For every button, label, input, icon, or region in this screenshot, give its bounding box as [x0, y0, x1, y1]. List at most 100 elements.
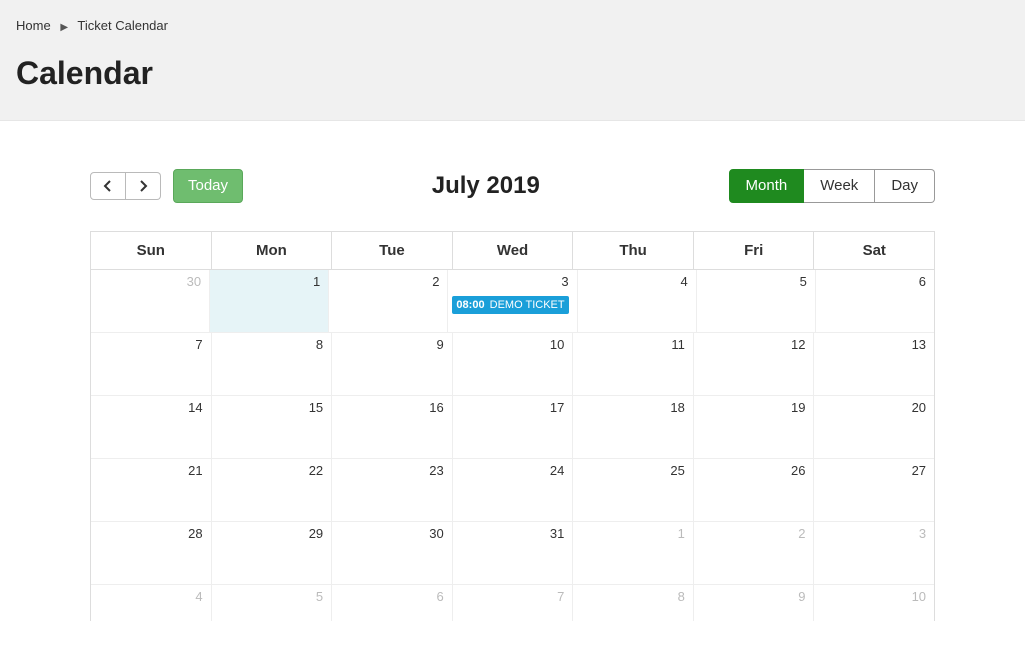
day-number: 2 [798, 526, 805, 541]
day-cell[interactable]: 21 [91, 459, 212, 522]
page-header: Home ▶ Ticket Calendar Calendar [0, 0, 1025, 121]
day-number: 7 [557, 589, 564, 604]
day-number: 25 [670, 463, 684, 478]
day-cell[interactable]: 24 [453, 459, 574, 522]
calendar-container: Today July 2019 Month Week Day SunMonTue… [0, 121, 1025, 651]
day-cell[interactable]: 15 [212, 396, 333, 459]
day-cell[interactable]: 4 [578, 270, 697, 333]
day-number: 30 [187, 274, 201, 289]
week-row: 7 891011 12 13 [91, 333, 934, 396]
event-title: DEMO TICKET [487, 299, 565, 311]
day-number: 6 [437, 589, 444, 604]
today-button[interactable]: Today [173, 169, 243, 203]
day-cell[interactable]: 2 [329, 270, 448, 333]
calendar-toolbar: Today July 2019 Month Week Day [90, 169, 935, 203]
day-cell[interactable]: 10 [814, 585, 934, 621]
day-number: 5 [800, 274, 807, 289]
day-cell[interactable]: 22 [212, 459, 333, 522]
day-number: 22 [309, 463, 323, 478]
weeks-scroll[interactable]: 3012308:00 DEMO TICKET456789101112131415… [91, 270, 934, 621]
day-cell[interactable]: 29 [212, 522, 333, 585]
chevron-right-icon: ▶ [60, 22, 68, 33]
day-cell[interactable]: 19 [694, 396, 815, 459]
day-cell[interactable]: 7 [453, 585, 574, 621]
day-cell[interactable]: 27 [814, 459, 934, 522]
next-button[interactable] [126, 172, 161, 200]
breadcrumb: Home ▶ Ticket Calendar [16, 18, 1009, 33]
day-number: 8 [316, 337, 323, 352]
day-cell[interactable]: 26 [694, 459, 815, 522]
day-cell[interactable]: 18 [573, 396, 694, 459]
day-number: 18 [670, 400, 684, 415]
day-number: 9 [798, 589, 805, 604]
calendar-event[interactable]: 08:00 DEMO TICKET [452, 296, 568, 314]
view-button-group: Month Week Day [729, 169, 935, 203]
day-number: 4 [195, 589, 202, 604]
day-cell[interactable]: 30 [91, 270, 210, 333]
day-cell[interactable]: 12 [694, 333, 815, 396]
day-cell[interactable]: 9 [332, 333, 453, 396]
day-cell[interactable]: 7 [91, 333, 212, 396]
day-cell[interactable]: 9 [694, 585, 815, 621]
day-cell[interactable]: 28 [91, 522, 212, 585]
prev-button[interactable] [90, 172, 126, 200]
view-day-button[interactable]: Day [875, 169, 935, 203]
day-number: 6 [919, 274, 926, 289]
day-cell[interactable]: 20 [814, 396, 934, 459]
day-cell[interactable]: 3 [814, 522, 934, 585]
week-row: 21 22 23 24 25 2627 [91, 459, 934, 522]
week-row: 28 29 30 31 1 23 [91, 522, 934, 585]
day-number: 24 [550, 463, 564, 478]
day-cell[interactable]: 1 [210, 270, 329, 333]
day-cell[interactable]: 8 [573, 585, 694, 621]
day-cell[interactable]: 13 [814, 333, 934, 396]
day-cell[interactable]: 11 [573, 333, 694, 396]
day-cell[interactable]: 14 [91, 396, 212, 459]
day-header: Sat [814, 232, 934, 270]
day-cell[interactable]: 1 [573, 522, 694, 585]
day-cell[interactable]: 30 [332, 522, 453, 585]
day-number: 17 [550, 400, 564, 415]
day-number: 12 [791, 337, 805, 352]
calendar-grid: SunMonTueWedThuFriSat 3012308:00 DEMO TI… [90, 231, 935, 621]
view-week-button[interactable]: Week [804, 169, 875, 203]
day-cell[interactable]: 2 [694, 522, 815, 585]
breadcrumb-current: Ticket Calendar [77, 18, 168, 33]
day-cell[interactable]: 17 [453, 396, 574, 459]
day-cell[interactable]: 10 [453, 333, 574, 396]
day-number: 1 [678, 526, 685, 541]
day-cell[interactable]: 8 [212, 333, 333, 396]
day-number: 19 [791, 400, 805, 415]
day-cell[interactable]: 5 [212, 585, 333, 621]
chevron-left-icon [103, 180, 113, 192]
day-cell[interactable]: 5 [697, 270, 816, 333]
day-cell[interactable]: 6 [816, 270, 934, 333]
chevron-right-icon [138, 180, 148, 192]
breadcrumb-home-link[interactable]: Home [16, 18, 51, 33]
day-cell[interactable]: 31 [453, 522, 574, 585]
day-header: Thu [573, 232, 694, 270]
day-cell[interactable]: 6 [332, 585, 453, 621]
page-title: Calendar [16, 55, 1009, 92]
day-header: Sun [91, 232, 212, 270]
day-number: 15 [309, 400, 323, 415]
day-cell[interactable]: 25 [573, 459, 694, 522]
view-month-button[interactable]: Month [729, 169, 805, 203]
day-number: 3 [561, 274, 568, 289]
event-time: 08:00 [456, 299, 484, 311]
day-number: 16 [429, 400, 443, 415]
week-row: 45 6 7 8 9 10 [91, 585, 934, 621]
day-cell[interactable]: 3 08:00 DEMO TICKET [448, 270, 577, 333]
day-cell[interactable]: 4 [91, 585, 212, 621]
day-cell[interactable]: 16 [332, 396, 453, 459]
day-number: 1 [313, 274, 320, 289]
day-number: 21 [188, 463, 202, 478]
day-number: 14 [188, 400, 202, 415]
day-number: 30 [429, 526, 443, 541]
day-number: 20 [912, 400, 926, 415]
calendar-title: July 2019 [243, 172, 729, 200]
day-header: Tue [332, 232, 453, 270]
day-cell[interactable]: 23 [332, 459, 453, 522]
day-number: 29 [309, 526, 323, 541]
day-number: 8 [678, 589, 685, 604]
